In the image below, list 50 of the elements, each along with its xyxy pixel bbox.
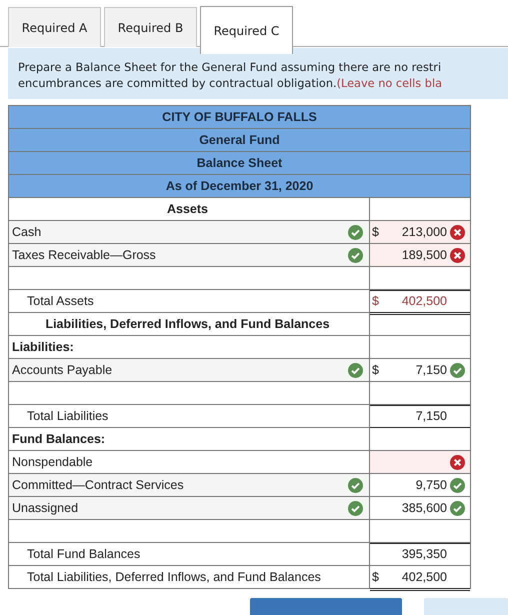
hint-text: (Leave no cells bla bbox=[336, 77, 442, 90]
amount-text: 189,500 bbox=[400, 248, 448, 262]
label-cell[interactable]: Unassigned bbox=[9, 497, 370, 519]
tab[interactable]: Required B bbox=[104, 7, 197, 47]
amount-text: 7,150 bbox=[414, 409, 448, 423]
row-label: Nonspendable bbox=[12, 455, 94, 469]
amount-text: 402,500 bbox=[400, 294, 448, 308]
label-cell[interactable]: Accounts Payable bbox=[9, 359, 370, 381]
amount-cell[interactable]: 189,500 bbox=[370, 244, 470, 266]
dollar-sign: $ bbox=[372, 225, 380, 239]
row-label: Assets bbox=[167, 202, 208, 216]
row-label: Total Assets bbox=[26, 294, 95, 308]
amount-cell[interactable]: 385,600 bbox=[370, 497, 470, 519]
nav-button[interactable] bbox=[424, 598, 508, 615]
row-label: Liabilities: bbox=[12, 340, 75, 354]
dollar-sign: $ bbox=[372, 570, 380, 584]
row-label: Total Liabilities bbox=[26, 409, 110, 423]
amount-text: 9,750 bbox=[414, 478, 448, 492]
row-label: Liabilities, Deferred Inflows, and Fund Balances bbox=[45, 317, 330, 331]
label-cell[interactable]: Committed—Contract Services bbox=[9, 474, 370, 496]
amount-text: 395,350 bbox=[400, 547, 448, 561]
row-label: Total Fund Balances bbox=[26, 547, 142, 561]
row-label: Fund Balances: bbox=[12, 432, 106, 446]
amount-text: 402,500 bbox=[400, 570, 448, 584]
dollar-sign: $ bbox=[372, 363, 380, 377]
row-label: Unassigned bbox=[12, 501, 80, 515]
row-label: Total Liabilities, Deferred Inflows, and Fund Balances bbox=[26, 570, 322, 584]
amount-cell[interactable]: $ 7,150 bbox=[370, 359, 470, 381]
row-label: Committed—Contract Services bbox=[12, 478, 185, 492]
tab[interactable]: Required C bbox=[200, 6, 293, 54]
label-cell[interactable]: Taxes Receivable—Gross bbox=[9, 244, 370, 266]
amount-cell[interactable]: $ 213,000 bbox=[370, 221, 470, 243]
dollar-sign: $ bbox=[372, 294, 380, 308]
header-cell: CITY OF BUFFALO FALLS bbox=[9, 105, 470, 128]
label-cell[interactable]: Cash bbox=[9, 221, 370, 243]
amount-cell[interactable]: 9,750 bbox=[370, 474, 470, 496]
row-label: Accounts Payable bbox=[12, 363, 114, 377]
amount-text: 385,600 bbox=[400, 501, 448, 515]
instruction-text: encumbrances are committed by contractual obligation. bbox=[18, 77, 337, 90]
nav-button[interactable] bbox=[250, 598, 402, 615]
row-label: Cash bbox=[12, 225, 42, 239]
amount-cell[interactable] bbox=[370, 451, 470, 473]
amount-text: 7,150 bbox=[414, 363, 448, 377]
amount-text: 213,000 bbox=[400, 225, 448, 239]
tab[interactable]: Required A bbox=[8, 7, 101, 47]
header-cell: General Fund bbox=[9, 128, 470, 151]
row-label: Taxes Receivable—Gross bbox=[12, 248, 157, 262]
header-cell: As of December 31, 2020 bbox=[9, 174, 470, 197]
instruction-text: Prepare a Balance Sheet for the General Fund assuming there are no restri bbox=[18, 60, 442, 76]
header-cell: Balance Sheet bbox=[9, 151, 470, 174]
